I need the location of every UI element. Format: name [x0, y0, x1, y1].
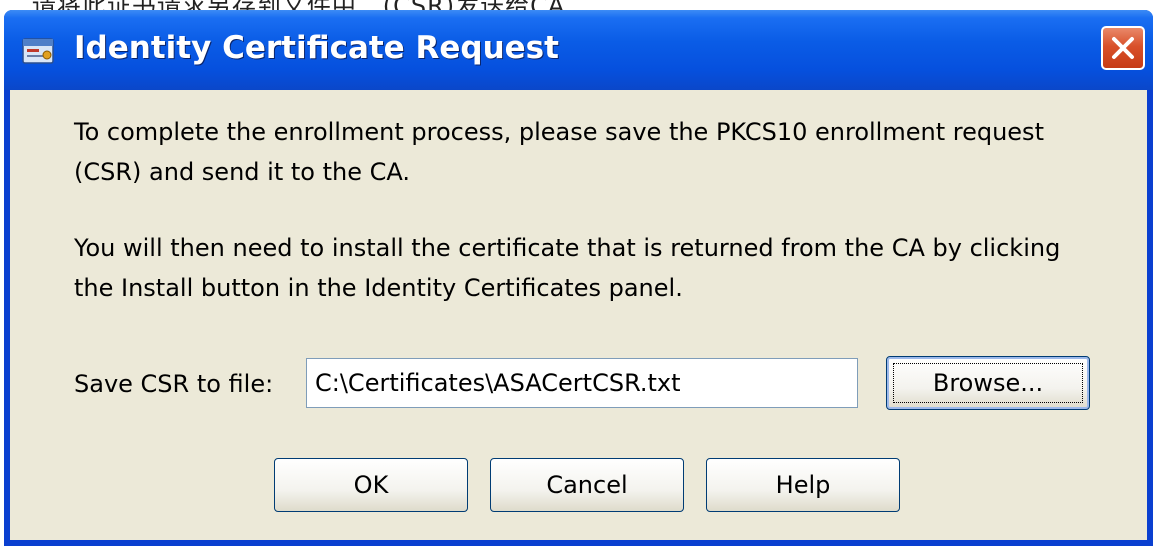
browse-button[interactable]: Browse... — [886, 356, 1090, 410]
help-button[interactable]: Help — [706, 458, 900, 512]
title-bar[interactable]: Identity Certificate Request — [4, 10, 1153, 90]
cancel-button[interactable]: Cancel — [490, 458, 684, 512]
save-csr-label: Save CSR to file: — [74, 370, 274, 398]
cancel-button-label: Cancel — [546, 471, 628, 499]
instruction-paragraph-2: You will then need to install the certif… — [74, 234, 1061, 302]
close-button[interactable] — [1101, 26, 1145, 70]
identity-certificate-request-dialog: Identity Certificate Request To complete… — [4, 10, 1153, 546]
csr-file-path-input[interactable] — [306, 358, 858, 408]
window-title: Identity Certificate Request — [74, 30, 559, 66]
ok-button-label: OK — [353, 471, 389, 499]
focus-rectangle — [893, 363, 1083, 403]
certificate-app-icon — [22, 38, 54, 64]
ok-button[interactable]: OK — [274, 458, 468, 512]
close-x-icon — [1112, 37, 1134, 59]
instruction-paragraph-1: To complete the enrollment process, plea… — [74, 118, 1044, 186]
dialog-body: To complete the enrollment process, plea… — [10, 90, 1147, 540]
help-button-label: Help — [775, 471, 831, 499]
